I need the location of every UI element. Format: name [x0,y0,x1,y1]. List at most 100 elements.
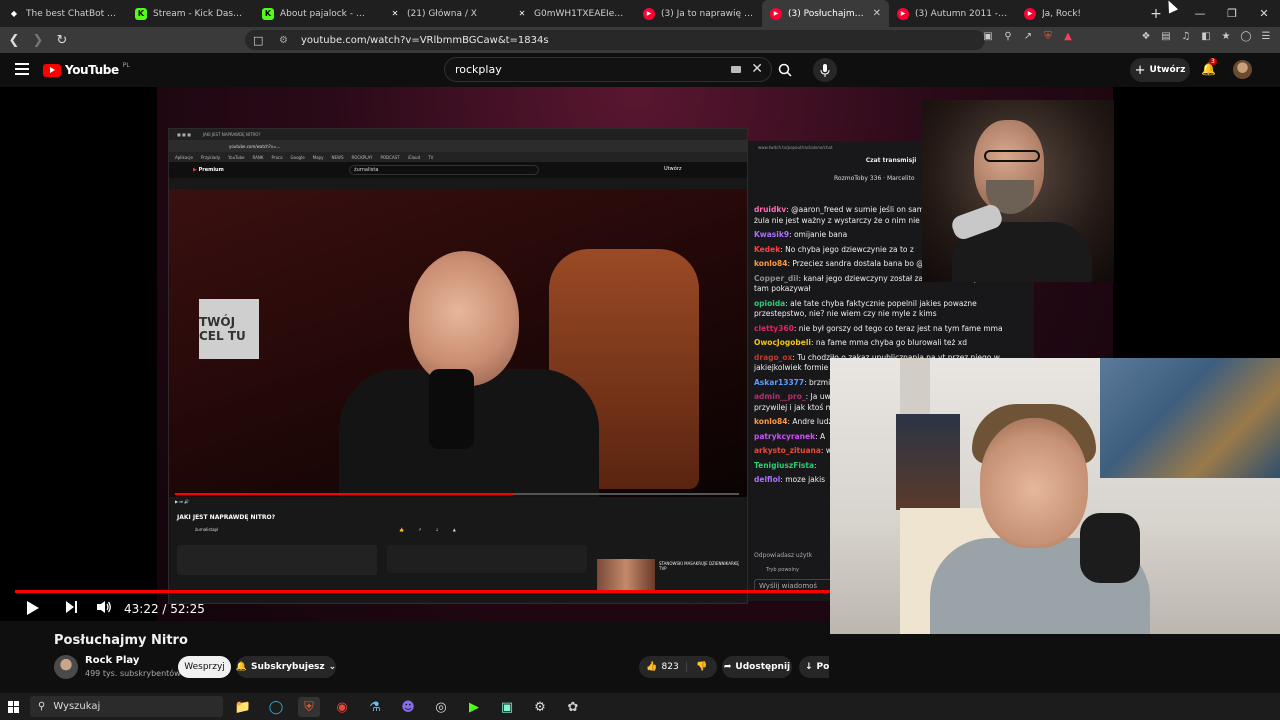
browser-tab[interactable]: ✕ (21) Główna / X [381,0,508,27]
settings-icon[interactable]: ⚙ [529,697,551,717]
browser-tab[interactable]: ▶ (3) Ja to naprawię - YouTu [635,0,762,27]
volume-button[interactable] [96,600,112,618]
chat-slow-mode: Tryb powolny [766,567,799,573]
chat-username: druidkv [754,205,787,214]
plus-icon: + [1134,62,1146,78]
inner-channel: żurnalistapl [195,527,219,532]
chevron-down-icon: ⌄ [328,662,337,672]
x-icon: ✕ [518,9,526,18]
app-icon[interactable]: ✿ [562,697,584,717]
support-button[interactable]: Wesprzyj [178,656,231,678]
browser-tab[interactable]: K About pajalock - Watch Li [254,0,381,27]
kick-icon: K [262,7,274,20]
inner-description [177,545,377,575]
windows-taskbar: ⚲ Wyszukaj 📁 ◯ ⛨ ◉ ⚗ ☻ ◎ ▶ ▣ ⚙ ✿ [0,693,1280,720]
chat-message: opioida: ale tate chyba faktycznie popel… [754,298,977,319]
maximize-button[interactable]: ❐ [1216,0,1248,27]
youtube-header: YouTube PL rockplay ✕ + Utwórz 🔔 3 [0,53,1280,87]
channel-name[interactable]: Rock Play [85,655,139,666]
brave-icon[interactable]: ⛨ [298,697,320,717]
back-button[interactable]: ❮ [4,33,24,48]
create-button[interactable]: + Utwórz [1130,58,1190,82]
url-bar[interactable]: □ ⚙ youtube.com/watch?v=VRlbmmBGCaw&t=18… [245,30,985,50]
browser-tab-label: (3) Autumn 2011 - YouTu [915,8,1008,19]
share-icon[interactable]: ↗ [1022,31,1034,43]
country-code: PL [122,61,130,69]
youtube-music-icon: ▶ [1024,7,1036,20]
share-icon: ➦ [723,662,732,672]
bell-icon: 🔔 [235,662,248,672]
forward-button[interactable]: ❯ [28,33,48,48]
hamburger-icon[interactable] [15,63,29,75]
account-avatar[interactable] [1233,60,1252,79]
inner-search: żurnalista [349,165,539,175]
inner-address: youtube.com/watch?v=... [169,140,747,152]
stream-captured-browser: ■ ■ ■ JAKI JEST NAPRAWDĘ NITRO? youtube.c… [168,128,748,604]
leo-icon[interactable]: ★ [1220,31,1232,43]
channel-avatar[interactable] [54,655,78,679]
microphone [429,369,474,449]
window-controls: — ❐ ✕ [1184,0,1280,27]
address-bar-row: ❮ ❯ ↻ □ ⚙ youtube.com/watch?v=VRlbmmBGCa… [0,27,1280,53]
taskbar-search[interactable]: ⚲ Wyszukaj [30,696,223,717]
chat-text: nie był gorszy od tego co teraz jest na … [798,323,1003,333]
brave-shield-icon[interactable]: ⛨ [1042,31,1054,43]
kick-icon[interactable]: ▶ [463,697,485,717]
chrome-icon[interactable]: ◉ [331,697,353,717]
download-button[interactable]: ↓ Pobierz [799,656,829,678]
reload-button[interactable]: ↻ [52,33,72,48]
play-button[interactable] [26,600,40,620]
browser-tab[interactable]: ◆ The best ChatBot and Wid [0,0,127,27]
close-window-button[interactable]: ✕ [1248,0,1280,27]
sidebar-icon[interactable]: ◧ [1200,31,1212,43]
browser-tab[interactable]: ▶ (3) Autumn 2011 - YouTu [889,0,1016,27]
edge-icon[interactable]: ◯ [265,697,287,717]
discord-icon[interactable]: ☻ [397,697,419,717]
file-explorer-icon[interactable]: 📁 [232,697,254,717]
browser-tab-label: (3) Ja to naprawię - YouTu [661,8,754,19]
search-button[interactable] [772,57,798,82]
vpn-icon[interactable]: ◯ [1240,31,1252,43]
obs-icon[interactable]: ◎ [430,697,452,717]
kick-icon: K [135,7,147,20]
browser-tab[interactable]: ▶ (3) Posłuchajmy Nitro ✕ [762,0,889,27]
dislike-button[interactable]: 👎 [687,662,717,672]
streamlabs-icon[interactable]: ▣ [496,697,518,717]
brave-rewards-icon[interactable]: ▲ [1062,31,1074,43]
next-button[interactable] [65,600,78,618]
chat-text: moze jakis [785,475,826,484]
next-icon [66,601,77,613]
subscribed-button[interactable]: 🔔 Subskrybujesz ⌄ [236,656,336,678]
browser-tab[interactable]: ▶ Ja, Rock! [1016,0,1143,27]
start-button[interactable] [0,693,28,720]
like-button[interactable]: 👍 823 [639,662,687,672]
chat-text: A [820,431,826,441]
minimize-button[interactable]: — [1184,0,1216,27]
wallet-icon[interactable]: ▤ [1160,31,1172,43]
close-tab-icon[interactable]: ✕ [873,8,881,19]
puzzle-icon[interactable]: ❖ [1140,31,1152,43]
search-input[interactable]: rockplay ✕ [444,57,772,82]
play-icon [27,601,39,615]
keyboard-icon[interactable] [731,66,741,73]
site-info-icon[interactable]: ⚙ [279,35,293,46]
share-button[interactable]: ➦ Udostępnij [722,656,792,678]
music-icon[interactable]: ♫ [1180,31,1192,43]
inner-video-frame: TWÓJ CEL TU [169,189,747,497]
menu-icon[interactable]: ☰ [1260,31,1272,43]
download-icon: ↓ [805,662,813,672]
voice-search-button[interactable] [813,58,837,82]
browser-tab[interactable]: ✕ G0mWH1TXEAEIeaz (593× [508,0,635,27]
channel-subscribers: 499 tys. subskrybentów [85,669,181,678]
cast-icon[interactable]: ▣ [982,31,994,43]
streamer-webcam-bottom [830,358,1280,634]
browser-tab[interactable]: K Stream - Kick Dashboa [127,0,254,27]
zoom-icon[interactable]: ⚲ [1002,31,1014,43]
bookmark-icon[interactable]: □ [253,34,267,47]
chat-username: opioida [754,298,786,308]
youtube-logo[interactable]: YouTube PL [43,61,130,77]
notifications-button[interactable]: 🔔 3 [1201,58,1217,76]
steam-icon[interactable]: ⚗ [364,697,386,717]
clear-search-icon[interactable]: ✕ [751,61,763,77]
new-tab-button[interactable]: + [1145,6,1167,22]
